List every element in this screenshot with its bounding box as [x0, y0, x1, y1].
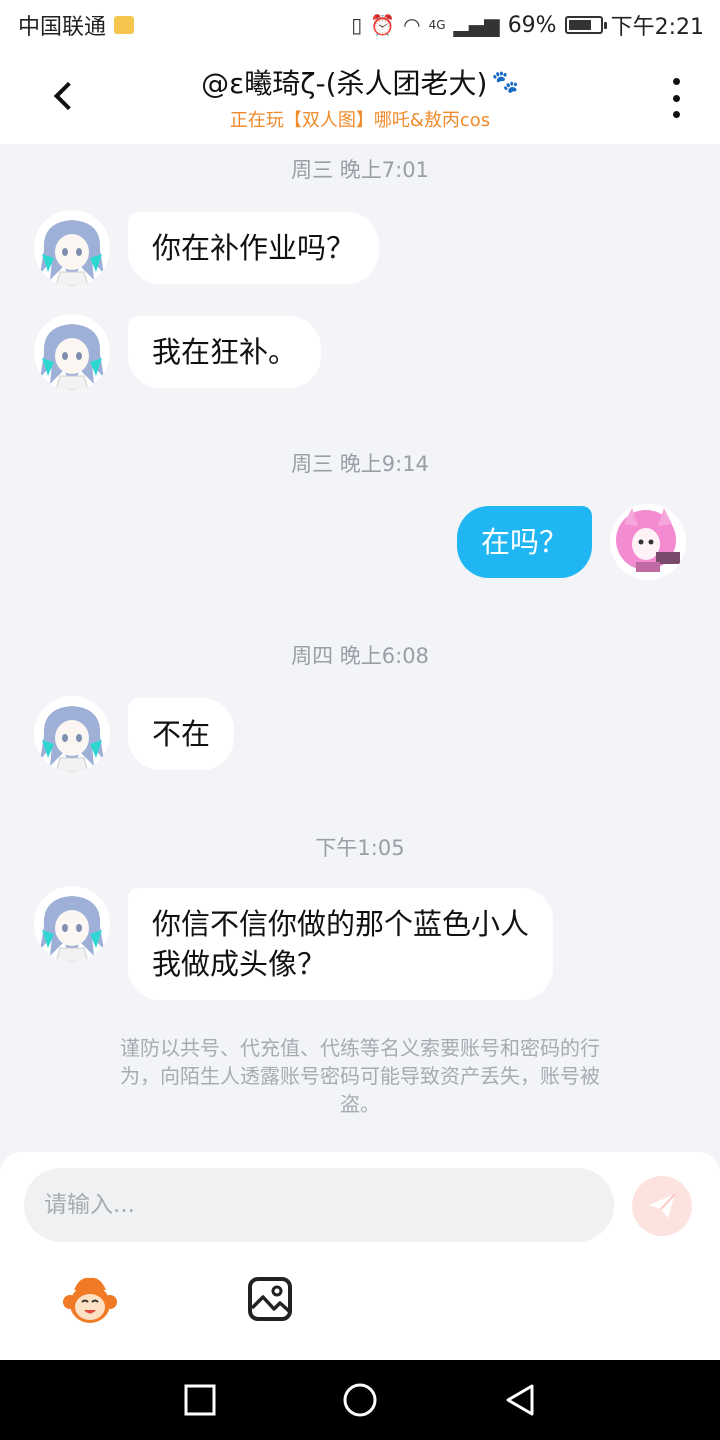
image-icon: [248, 1277, 292, 1321]
message-bubble[interactable]: 我在狂补。: [128, 316, 322, 388]
contact-name: @ɛ曦琦ζ-(杀人团老大): [201, 67, 488, 100]
back-button[interactable]: [44, 76, 84, 116]
square-icon: [184, 1384, 216, 1416]
status-right: ▯ ⏰ ◠ 4G ▂▄▆ 69% 下午2:21: [351, 9, 704, 41]
message-bubble[interactable]: 你在补作业吗？: [128, 212, 380, 284]
status-left: 中国联通: [18, 9, 135, 41]
header-center: @ɛ曦琦ζ-(杀人团老大) 🐾 正在玩【双人图】哪吒&敖丙cos: [201, 62, 519, 132]
message-line: 我做成头像？: [152, 947, 327, 981]
message-row-incoming: 不在: [0, 696, 720, 776]
contact-avatar[interactable]: [34, 314, 110, 390]
recent-apps-button[interactable]: [182, 1382, 218, 1418]
system-nav-bar: [0, 1360, 720, 1440]
home-button[interactable]: [342, 1382, 378, 1418]
contact-avatar[interactable]: [34, 886, 110, 962]
triangle-back-icon: [506, 1384, 534, 1416]
anime-avatar-icon: [34, 314, 110, 390]
dot-icon: [672, 94, 680, 102]
dot-icon: [672, 111, 680, 118]
contact-status[interactable]: 正在玩【双人图】哪吒&敖丙cos: [201, 106, 519, 132]
network-type: 4G: [428, 18, 446, 32]
message-row-incoming: 你信不信你做的那个蓝色小人 我做成头像？: [0, 886, 720, 1000]
message-timestamp: 周四 晚上6:08: [291, 644, 429, 668]
status-bar: 中国联通 ▯ ⏰ ◠ 4G ▂▄▆ 69% 下午2:21: [0, 0, 720, 50]
carrier-name: 中国联通: [18, 15, 107, 40]
image-picker-button[interactable]: [247, 1276, 293, 1322]
nav-back-button[interactable]: [502, 1382, 538, 1418]
sim-card-icon: [114, 16, 135, 34]
paper-plane-icon: [649, 1193, 676, 1218]
emoji-button[interactable]: [60, 1272, 120, 1328]
more-options-button[interactable]: [666, 78, 686, 118]
signal-icon: ▂▄▆: [453, 13, 500, 37]
dot-icon: [672, 78, 680, 85]
contact-avatar[interactable]: [34, 696, 110, 772]
message-bubble[interactable]: 在吗？: [456, 506, 592, 578]
send-button[interactable]: [632, 1176, 692, 1236]
clock: 下午2:21: [610, 15, 704, 40]
battery-percent: 69%: [507, 12, 557, 38]
paw-icon: 🐾: [491, 69, 519, 95]
notice-line: 盗。: [340, 1092, 380, 1116]
anime-avatar-icon: [34, 696, 110, 772]
message-row-outgoing: 在吗？: [0, 504, 720, 584]
wifi-icon: ◠: [403, 13, 421, 37]
notice-line: 谨防以共号、代充值、代练等名义索要账号和密码的行: [120, 1036, 600, 1060]
message-timestamp: 周三 晚上9:14: [291, 452, 429, 476]
message-bubble[interactable]: 你信不信你做的那个蓝色小人 我做成头像？: [128, 888, 554, 1000]
alarm-icon: ⏰: [370, 13, 396, 37]
message-row-incoming: 你在补作业吗？: [0, 210, 720, 290]
anime-avatar-icon: [34, 210, 110, 286]
message-bubble[interactable]: 不在: [128, 698, 235, 770]
message-timestamp: 下午1:05: [315, 836, 405, 860]
notice-line: 为，向陌生人透露账号密码可能导致资产丢失，账号被: [120, 1064, 600, 1088]
anime-avatar-icon: [34, 886, 110, 962]
contact-avatar[interactable]: [34, 210, 110, 286]
message-row-incoming: 我在狂补。: [0, 314, 720, 394]
monkey-emoji-icon: [63, 1277, 117, 1323]
message-line: 你信不信你做的那个蓝色小人: [152, 907, 530, 941]
message-list[interactable]: 周三 晚上7:01 你在补作业吗？ 我在狂补。 周三 晚上9:14 在吗？ 周四…: [0, 144, 720, 1152]
message-timestamp: 周三 晚上7:01: [291, 158, 429, 182]
battery-icon: [564, 16, 607, 34]
contact-name-row: @ɛ曦琦ζ-(杀人团老大) 🐾: [201, 62, 519, 102]
security-notice: 谨防以共号、代充值、代练等名义索要账号和密码的行 为，向陌生人透露账号密码可能导…: [70, 1034, 650, 1118]
vibrate-icon: ▯: [351, 13, 363, 37]
input-panel: [0, 1152, 720, 1360]
chevron-left-icon: [53, 81, 83, 111]
my-avatar[interactable]: [610, 504, 686, 580]
message-input[interactable]: [24, 1168, 614, 1242]
pink-avatar-icon: [610, 504, 686, 580]
circle-icon: [343, 1383, 377, 1417]
chat-header: @ɛ曦琦ζ-(杀人团老大) 🐾 正在玩【双人图】哪吒&敖丙cos: [0, 50, 720, 144]
